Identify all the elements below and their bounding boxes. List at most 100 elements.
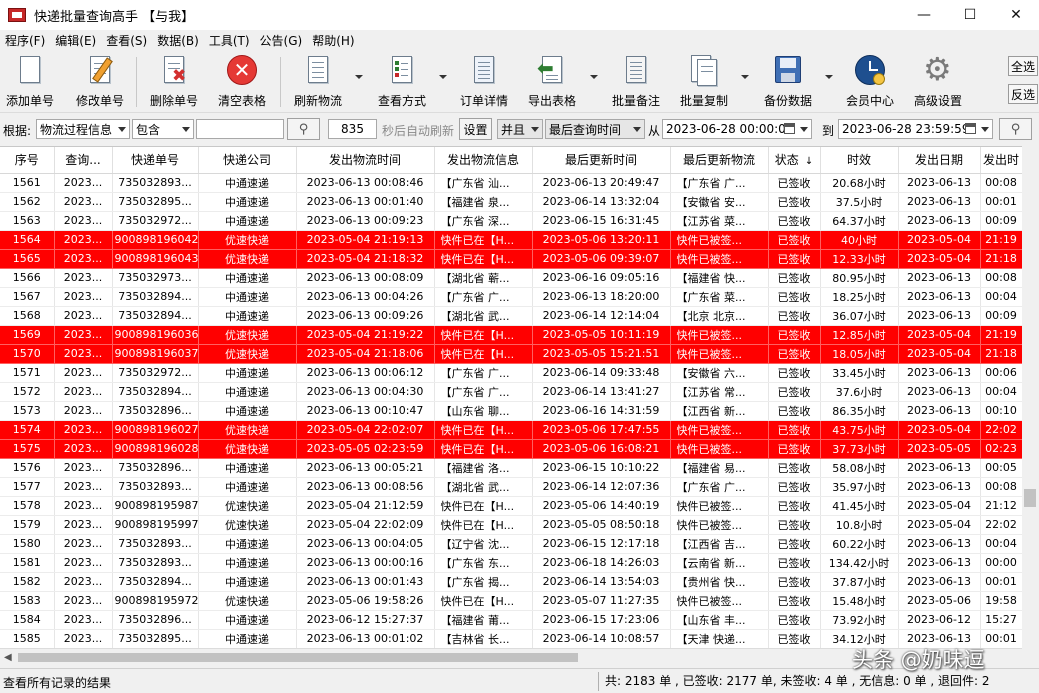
close-button[interactable]: ✕ [993,0,1039,30]
menu-help[interactable]: 帮助(H) [307,32,359,49]
cell-sent-clock: 02:23 [980,439,1022,459]
export-dropdown-arrow[interactable] [590,75,598,79]
column-header-duration[interactable]: 时效 [820,147,899,174]
cell-status: 已签收 [768,458,821,478]
table-row[interactable]: 1581 2023... 735032893... 中通速递 2023-06-13 00… [0,553,1022,573]
table-row[interactable]: 1575 2023... 900898196028 优速快递 2023-05-05 02… [0,439,1022,459]
menu-tools[interactable]: 工具(T) [204,32,255,49]
order-detail-button[interactable]: 订单详情 [458,53,510,109]
cell-last-time: 2023-05-05 08:50:18 [532,515,671,535]
to-date-picker[interactable]: 2023-06-28 23:59:59 [838,119,993,139]
table-row[interactable]: 1573 2023... 735032896... 中通速递 2023-06-13 00… [0,401,1022,421]
table-row[interactable]: 1576 2023... 735032896... 中通速递 2023-06-13 00… [0,458,1022,478]
column-header-status[interactable]: 状态 ↓ [768,147,821,174]
clear-table-button[interactable]: ✕ 清空表格 [216,53,268,109]
table-row[interactable]: 1569 2023... 900898196036 优速快递 2023-05-04 21… [0,325,1022,345]
table-row[interactable]: 1572 2023... 735032894... 中通速递 2023-06-13 00… [0,382,1022,402]
column-header-no[interactable]: 序号 [0,147,55,174]
column-header-sent-time[interactable]: 发出物流时间 [296,147,435,174]
backup-data-button[interactable]: 备份数据 [762,53,814,109]
table-row[interactable]: 1568 2023... 735032894... 中通速递 2023-06-13 00… [0,306,1022,326]
table-row[interactable]: 1565 2023... 900898196043 优速快递 2023-05-04 21… [0,249,1022,269]
menu-notice[interactable]: 公告(G) [255,32,308,49]
invert-selection-button[interactable]: 反选 [1008,84,1038,104]
table-row[interactable]: 1567 2023... 735032894... 中通速递 2023-06-13 00… [0,287,1022,307]
cell-company: 优速快递 [198,344,297,364]
toolbar: 添加单号 修改单号 ✖ 删除单号 ✕ 清空表格 刷新物流 查看方式 订单详情 ⬅… [0,51,1039,113]
copy-dropdown-arrow[interactable] [741,75,749,79]
cell-sent-clock: 00:04 [980,287,1022,307]
settings-button[interactable]: 设置 [459,118,492,140]
vertical-scroll-thumb[interactable] [1024,489,1036,507]
cell-no: 1564 [0,230,55,250]
cell-last-time: 2023-06-14 13:54:03 [532,572,671,592]
cell-sent-time: 2023-06-13 00:08:09 [296,268,435,288]
match-select[interactable]: 包含 [132,119,194,139]
chevron-down-icon [633,127,641,132]
view-mode-button[interactable]: 查看方式 [376,53,428,109]
table-row[interactable]: 1562 2023... 735032895... 中通速递 2023-06-13 00… [0,192,1022,212]
keyword-input[interactable] [196,119,284,139]
cell-duration: 40小时 [820,230,899,250]
table-row[interactable]: 1570 2023... 900898196037 优速快递 2023-05-04 21… [0,344,1022,364]
select-all-button[interactable]: 全选 [1008,56,1038,76]
search-button[interactable]: ⚲ [287,118,320,140]
minimize-button[interactable]: — [901,0,947,30]
delete-order-button[interactable]: ✖ 删除单号 [148,53,200,109]
view-mode-dropdown-arrow[interactable] [439,75,447,79]
table-row[interactable]: 1577 2023... 735032893... 中通速递 2023-06-13 00… [0,477,1022,497]
logic-select[interactable]: 并且 [497,119,543,139]
table-row[interactable]: 1571 2023... 735032972... 中通速递 2023-06-13 00… [0,363,1022,383]
refresh-logistics-button[interactable]: 刷新物流 [292,53,344,109]
basis-select[interactable]: 物流过程信息 [36,119,130,139]
member-center-button[interactable]: 会员中心 [844,53,896,109]
column-header-last-time[interactable]: 最后更新时间 [532,147,671,174]
column-header-sent-info[interactable]: 发出物流信息 [434,147,533,174]
scroll-left-icon[interactable]: ◀ [4,652,12,663]
table-row[interactable]: 1584 2023... 735032896... 中通速递 2023-06-12 15… [0,610,1022,630]
column-header-query[interactable]: 查询... [54,147,113,174]
table-row[interactable]: 1578 2023... 900898195987 优速快递 2023-05-04 21… [0,496,1022,516]
table-row[interactable]: 1583 2023... 900898195972 优速快递 2023-05-06 19… [0,591,1022,611]
horizontal-scroll-thumb[interactable] [18,653,578,662]
column-header-last-info[interactable]: 最后更新物流 [670,147,769,174]
table-row[interactable]: 1561 2023... 735032893... 中通速递 2023-06-13 00… [0,173,1022,193]
column-header-sent-clock[interactable]: 发出时 [980,147,1022,174]
column-header-sent-date[interactable]: 发出日期 [898,147,981,174]
menu-edit[interactable]: 编辑(E) [50,32,101,49]
date-search-button[interactable]: ⚲ [999,118,1032,140]
column-header-company[interactable]: 快递公司 [198,147,297,174]
menu-program[interactable]: 程序(F) [0,32,50,49]
vertical-scrollbar[interactable] [1022,146,1039,648]
cell-query: 2023... [54,572,113,592]
table-row[interactable]: 1574 2023... 900898196027 优速快递 2023-05-04 22… [0,420,1022,440]
edit-order-button[interactable]: 修改单号 [74,53,126,109]
cell-status: 已签收 [768,211,821,231]
table-row[interactable]: 1566 2023... 735032973... 中通速递 2023-06-13 00… [0,268,1022,288]
export-table-button[interactable]: ⬅ 导出表格 [526,53,578,109]
cell-sent-date: 2023-06-13 [898,553,981,573]
table-row[interactable]: 1582 2023... 735032894... 中通速递 2023-06-13 00… [0,572,1022,592]
advanced-settings-button[interactable]: ⚙ 高级设置 [912,53,964,109]
table-row[interactable]: 1579 2023... 900898195997 优速快递 2023-05-04 22… [0,515,1022,535]
table-row[interactable]: 1564 2023... 900898196042 优速快递 2023-05-04 21… [0,230,1022,250]
cell-status: 已签收 [768,363,821,383]
column-header-tracking[interactable]: 快递单号 [112,147,199,174]
clipboard-icon [469,55,499,85]
menu-view[interactable]: 查看(S) [101,32,152,49]
maximize-button[interactable]: ☐ [947,0,993,30]
batch-copy-button[interactable]: 批量复制 [678,53,730,109]
window-controls: — ☐ ✕ [901,0,1039,30]
refresh-dropdown-arrow[interactable] [355,75,363,79]
add-order-button[interactable]: 添加单号 [4,53,56,109]
cell-no: 1580 [0,534,55,554]
from-date-picker[interactable]: 2023-06-28 00:00:00 [662,119,812,139]
table-row[interactable]: 1563 2023... 735032972... 中通速递 2023-06-13 00… [0,211,1022,231]
refresh-interval-input[interactable]: 835 [328,119,377,139]
menu-data[interactable]: 数据(B) [152,32,204,49]
batch-note-button[interactable]: 批量备注 [610,53,662,109]
backup-dropdown-arrow[interactable] [825,75,833,79]
table-row[interactable]: 1580 2023... 735032893... 中通速递 2023-06-13 00… [0,534,1022,554]
cell-last-time: 2023-05-05 10:11:19 [532,325,671,345]
field-select[interactable]: 最后查询时间 [545,119,645,139]
